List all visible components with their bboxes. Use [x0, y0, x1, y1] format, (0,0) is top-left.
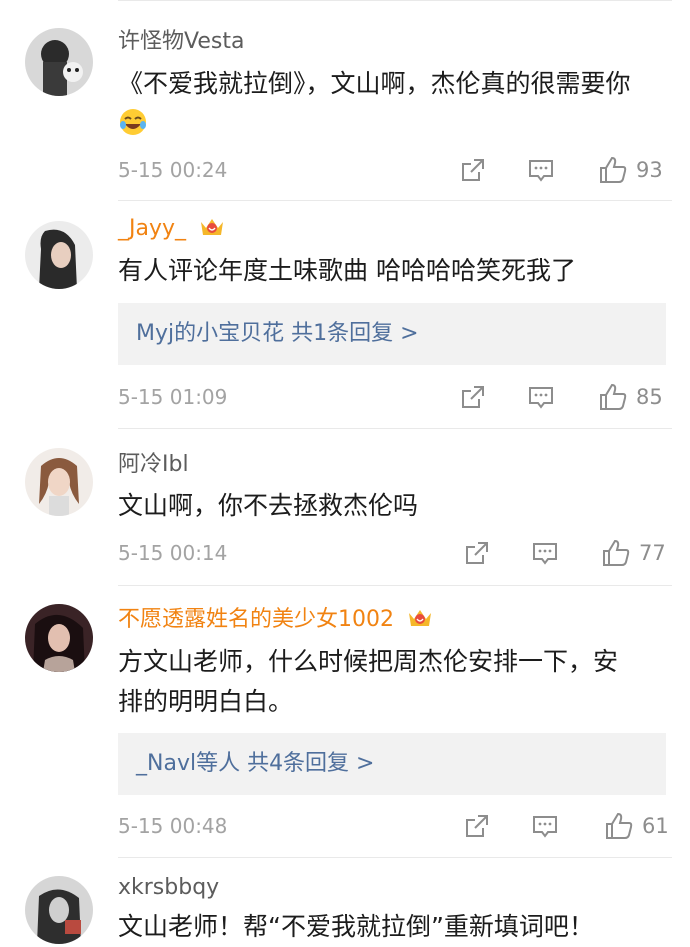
crown-icon [201, 219, 224, 235]
share-icon[interactable] [458, 155, 488, 185]
username[interactable]: 许怪物Vesta [118, 28, 244, 56]
timestamp: 5-15 00:24 [118, 158, 228, 182]
top-divider [118, 0, 672, 1]
comment-icon[interactable] [530, 538, 560, 568]
comment-text: 文山老师！帮“不爱我就拉倒”重新填词吧！ [118, 912, 594, 941]
like-count: 93 [636, 158, 663, 182]
comment-meta: 5-15 00:14 77 [118, 538, 670, 568]
username-text: 不愿透露姓名的美少女1002 [118, 607, 394, 632]
avatar[interactable] [25, 876, 93, 944]
reply-summary-link[interactable]: _Navl等人 共4条回复 > [118, 733, 666, 795]
username[interactable]: xkrsbbqy [118, 874, 219, 902]
comment-meta: 5-15 00:48 61 [118, 811, 670, 841]
comment-text: 《不爱我就拉倒》，文山啊，杰伦真的很需要你 [118, 64, 650, 144]
username[interactable]: 不愿透露姓名的美少女1002 [118, 606, 433, 634]
comment-text: 文山啊，你不去拯救杰伦吗 [118, 491, 419, 520]
like-count: 77 [639, 541, 666, 565]
like-count: 61 [642, 814, 669, 838]
crown-icon [409, 610, 431, 626]
comment-icon[interactable] [526, 382, 556, 412]
reply-summary-link[interactable]: Myj的小宝贝花 共1条回复 > [118, 303, 666, 365]
comment-meta: 5-15 01:09 85 [118, 382, 670, 412]
divider [118, 585, 672, 586]
share-icon[interactable] [458, 382, 488, 412]
timestamp: 5-15 00:48 [118, 814, 228, 838]
like-count: 85 [636, 385, 663, 409]
username[interactable]: _Jayy_ [118, 215, 225, 243]
avatar[interactable] [25, 448, 93, 516]
timestamp: 5-15 01:09 [118, 385, 228, 409]
avatar[interactable] [25, 604, 93, 672]
username-text: _Jayy_ [118, 216, 187, 241]
avatar[interactable] [25, 28, 93, 96]
comment-icon[interactable] [530, 811, 560, 841]
comment-text: 方文山老师，什么时候把周杰伦安排一下，安排的明明白白。 [118, 647, 619, 716]
timestamp: 5-15 00:14 [118, 541, 228, 565]
like-icon[interactable] [598, 382, 628, 412]
divider [118, 200, 672, 201]
like-icon[interactable] [601, 538, 631, 568]
laughing-tears-emoji-icon [120, 109, 146, 135]
comment-icon[interactable] [526, 155, 556, 185]
like-icon[interactable] [598, 155, 628, 185]
username[interactable]: 阿冷Ibl [118, 451, 189, 479]
comment-meta: 5-15 00:24 93 [118, 155, 670, 185]
divider [118, 428, 672, 429]
share-icon[interactable] [462, 811, 492, 841]
comment-text: 有人评论年度土味歌曲 哈哈哈哈笑死我了 [118, 256, 576, 285]
divider [118, 857, 672, 858]
share-icon[interactable] [462, 538, 492, 568]
like-icon[interactable] [604, 811, 634, 841]
avatar[interactable] [25, 221, 93, 289]
comment-text-body: 《不爱我就拉倒》，文山啊，杰伦真的很需要你 [118, 69, 631, 98]
